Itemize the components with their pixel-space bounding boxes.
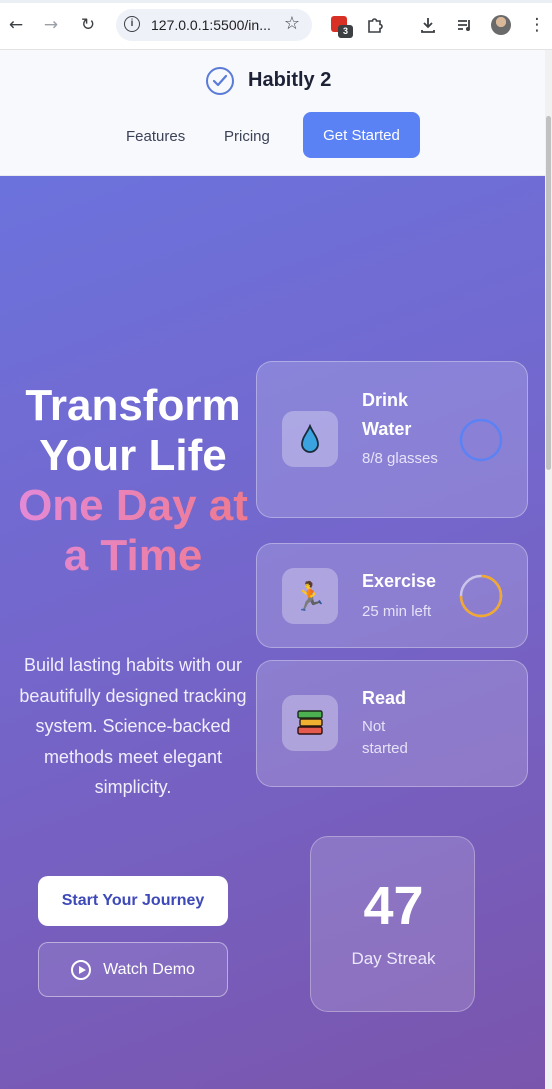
hero-subtitle: Build lasting habits with our beautifull…: [19, 655, 247, 797]
more-menu-icon[interactable]: ⋮: [524, 12, 550, 38]
forward-arrow-icon[interactable]: →: [38, 12, 64, 38]
books-icon: [282, 695, 338, 751]
brand-name: Habitly 2: [248, 69, 332, 91]
streak-count: 47: [363, 876, 424, 936]
progress-ring-water: [459, 418, 503, 462]
habit-card-exercise[interactable]: 🏃 Exercise 25 min left: [256, 543, 528, 648]
habit-title: Drink Water: [362, 390, 412, 439]
nav-link-features[interactable]: Features: [126, 128, 185, 145]
nav-link-pricing[interactable]: Pricing: [224, 128, 270, 145]
streak-card: 47 Day Streak: [310, 836, 475, 1012]
profile-avatar[interactable]: [491, 15, 511, 35]
back-arrow-icon[interactable]: ←: [3, 12, 29, 38]
start-journey-button[interactable]: Start Your Journey: [38, 876, 228, 926]
habit-status: 25 min left: [362, 603, 432, 620]
play-icon: [71, 959, 92, 980]
media-queue-icon[interactable]: [452, 12, 478, 38]
hero-headline: Transform Your Life One Day at a Time: [12, 381, 254, 581]
water-drop-icon: [282, 411, 338, 467]
puzzle-extensions-icon[interactable]: [362, 12, 388, 38]
habit-title: Read: [362, 688, 407, 708]
habit-status: Not started: [362, 718, 408, 757]
loading-bar: [0, 0, 552, 3]
extension-badge: 3: [338, 25, 353, 38]
site-info-icon[interactable]: i: [124, 16, 140, 32]
scrollbar-thumb[interactable]: [546, 116, 551, 470]
habit-status: 8/8 glasses: [362, 450, 438, 467]
scrollbar-track[interactable]: [545, 50, 552, 1089]
habit-card-water[interactable]: Drink Water 8/8 glasses: [256, 361, 528, 518]
site-header: Habitly 2 Features Pricing Get Started: [0, 50, 545, 176]
browser-toolbar: ← → ↻ i 127.0.0.1:5500/in... ☆ 3 ⋮: [0, 0, 552, 50]
running-person-icon: 🏃: [282, 568, 338, 624]
download-icon[interactable]: [415, 12, 441, 38]
habit-title: Exercise: [362, 571, 437, 591]
watch-demo-label: Watch Demo: [103, 960, 195, 978]
headline-accent: One Day at a Time: [12, 481, 254, 581]
get-started-button[interactable]: Get Started: [303, 112, 420, 158]
habit-card-read[interactable]: Read Not started: [256, 660, 528, 787]
progress-ring-exercise: [459, 574, 503, 618]
watch-demo-button[interactable]: Watch Demo: [38, 942, 228, 997]
hero-section: Transform Your Life One Day at a Time Bu…: [0, 176, 545, 1089]
bookmark-star-icon[interactable]: ☆: [284, 13, 300, 34]
checkmark-logo-icon: [206, 67, 234, 95]
headline-white: Transform Your Life: [25, 381, 241, 480]
streak-label: Day Streak: [351, 949, 436, 968]
reload-icon[interactable]: ↻: [75, 12, 101, 38]
address-bar[interactable]: i 127.0.0.1:5500/in... ☆: [116, 9, 312, 41]
url-text: 127.0.0.1:5500/in...: [151, 17, 271, 33]
